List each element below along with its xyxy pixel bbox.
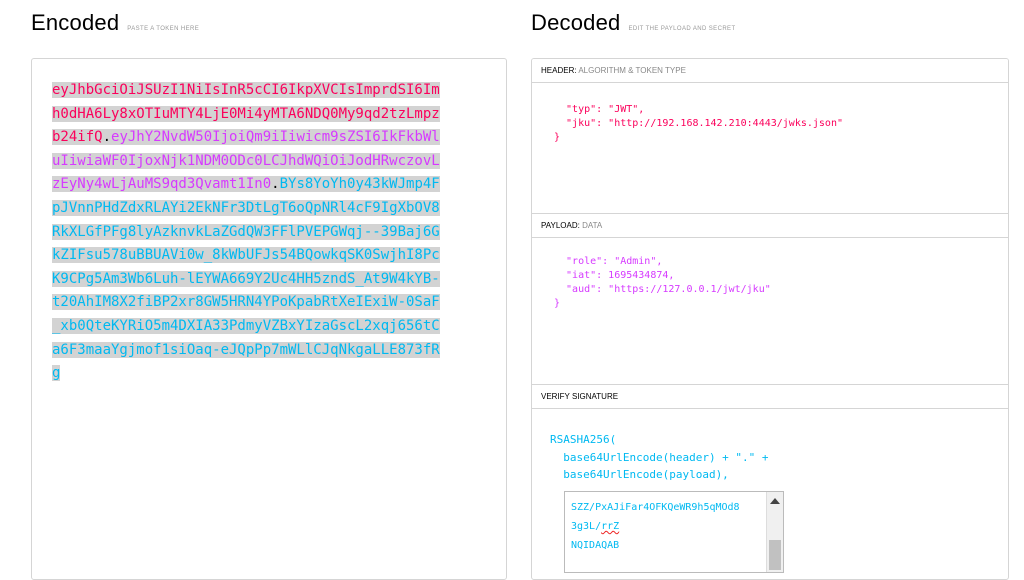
token-dot: . [102,129,112,146]
scroll-up-arrow-icon[interactable] [770,498,780,504]
payload-json-editor[interactable]: "role": "Admin", "iat": 1695434874, "aud… [554,255,771,311]
encoded-title: Encoded [31,10,120,35]
token-signature-part: BYs8YoYh0y43kWJmp4FpJVnnPHdZdxRLAYi2EkNF… [52,176,440,382]
verify-section-label: VERIFY SIGNATURE [532,385,1008,409]
textarea-scrollbar[interactable] [766,492,783,572]
verify-signature-code: RSASHA256( base64UrlEncode(header) + "."… [550,433,769,481]
token-dot: . [271,176,280,193]
pubkey-line: SZZ/PxAJiFar4OFKQeWR9h5qMOd8 [571,502,740,513]
payload-sublabel: DATA [582,221,603,230]
header-json-editor[interactable]: "typ": "JWT", "jku": "http://192.168.142… [554,103,843,145]
decoded-subtitle: EDIT THE PAYLOAD AND SECRET [628,26,736,32]
payload-label: PAYLOAD: [541,221,580,230]
scrollbar-thumb[interactable] [769,540,781,570]
decoded-panel: HEADER: ALGORITHM & TOKEN TYPE "typ": "J… [531,58,1009,580]
payload-section-label: PAYLOAD: DATA [532,214,1008,238]
encoded-subtitle: PASTE A TOKEN HERE [127,26,200,32]
pubkey-line-spellcheck: rrZ [601,521,620,532]
public-key-textarea[interactable]: SZZ/PxAJiFar4OFKQeWR9h5qMOd8 3g3L/rrZ NQ… [564,491,784,573]
public-key-text[interactable]: SZZ/PxAJiFar4OFKQeWR9h5qMOd8 3g3L/rrZ NQ… [571,498,740,555]
header-sublabel: ALGORITHM & TOKEN TYPE [578,66,686,75]
header-label: HEADER: [541,66,577,75]
header-section-label: HEADER: ALGORITHM & TOKEN TYPE [532,59,1008,83]
pubkey-line: NQIDAQAB [571,540,620,551]
pubkey-line: 3g3L/ [571,521,602,532]
decoded-title: Decoded [531,10,621,35]
encoded-heading: Encoded PASTE A TOKEN HERE [31,10,199,36]
token-text[interactable]: eyJhbGciOiJSUzI1NiIsInR5cCI6IkpXVCIsImpr… [52,79,446,386]
encoded-token-editor[interactable]: eyJhbGciOiJSUzI1NiIsInR5cCI6IkpXVCIsImpr… [31,58,507,580]
decoded-heading: Decoded EDIT THE PAYLOAD AND SECRET [531,10,736,36]
